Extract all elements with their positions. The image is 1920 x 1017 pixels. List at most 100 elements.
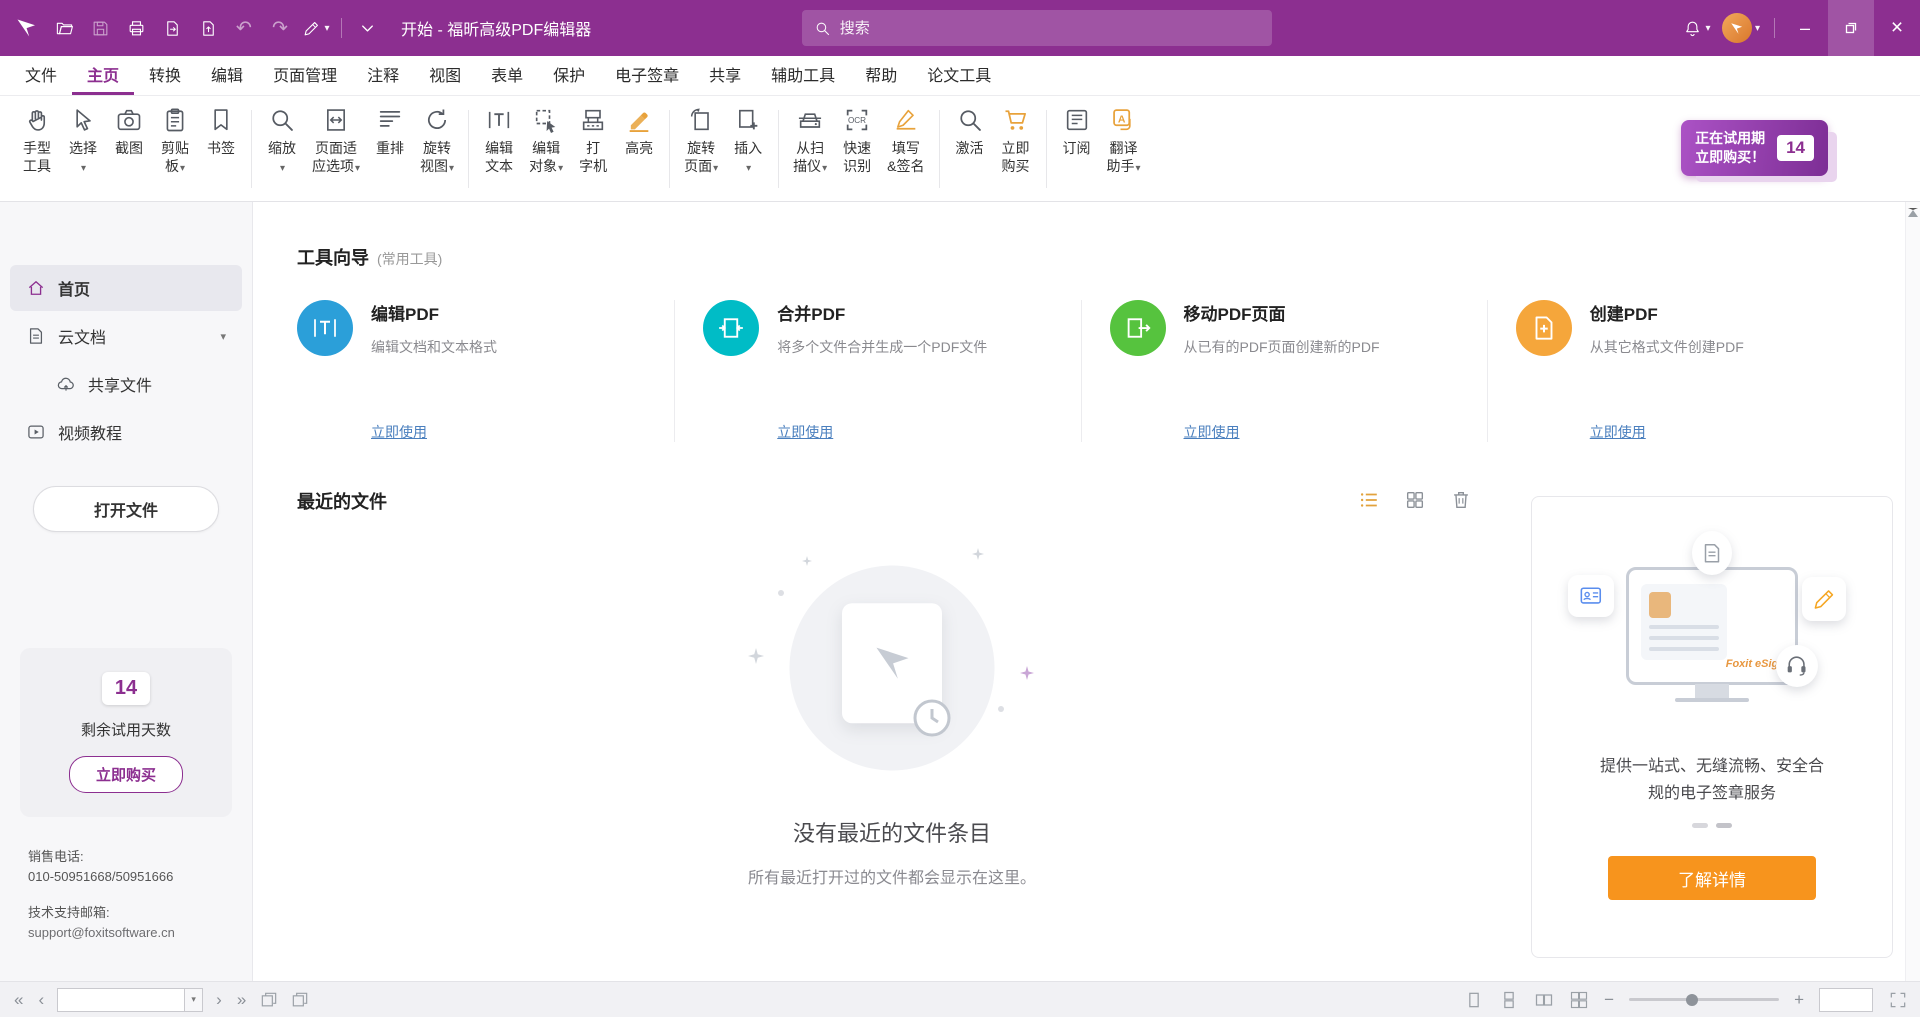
- ribbon-reflow-button[interactable]: 重排: [367, 104, 413, 159]
- ribbon-edit-text-button[interactable]: 编辑 文本: [476, 104, 522, 177]
- global-search[interactable]: [802, 10, 1272, 46]
- create-pdf-button[interactable]: [190, 10, 226, 46]
- sidebar-item-shared-files[interactable]: 共享文件: [10, 361, 242, 407]
- scanner-icon: [796, 106, 824, 134]
- sidebar-item-home[interactable]: 首页: [10, 265, 242, 311]
- restore-button[interactable]: [1828, 0, 1874, 56]
- create-pdf-icon: [1516, 300, 1572, 356]
- print-button[interactable]: [118, 10, 154, 46]
- menu-protect[interactable]: 保护: [538, 56, 600, 95]
- single-page-view-button[interactable]: [1464, 990, 1484, 1010]
- search-input[interactable]: [840, 20, 1260, 37]
- move-pages-use-link[interactable]: 立即使用: [1184, 422, 1240, 442]
- merge-pdf-use-link[interactable]: 立即使用: [777, 422, 833, 442]
- trial-banner[interactable]: 正在试用期 立即购买！ 14: [1681, 120, 1828, 176]
- carousel-dot[interactable]: [1692, 823, 1708, 828]
- ribbon-activate-button[interactable]: 激活: [947, 104, 993, 159]
- menu-file[interactable]: 文件: [10, 56, 72, 95]
- previous-page-button[interactable]: ‹: [36, 991, 46, 1008]
- ribbon-clipboard-button[interactable]: 剪贴 板▾: [152, 104, 198, 177]
- next-view-button[interactable]: [290, 990, 310, 1010]
- ribbon-bookmark-button[interactable]: 书签: [198, 104, 244, 159]
- notifications-button[interactable]: ▾: [1679, 10, 1715, 46]
- tool-card-edit-pdf[interactable]: 编辑PDF 编辑文档和文本格式 立即使用: [297, 300, 674, 442]
- menu-help[interactable]: 帮助: [850, 56, 912, 95]
- ribbon-rotate-pages-button[interactable]: 旋转 页面▾: [677, 104, 725, 177]
- menu-home[interactable]: 主页: [72, 56, 134, 95]
- buy-now-button[interactable]: 立即购买: [69, 756, 183, 793]
- fit-screen-button[interactable]: [1888, 990, 1908, 1010]
- toolbar-options-button[interactable]: [349, 10, 385, 46]
- ribbon-buy-now-button[interactable]: 立即 购买: [993, 104, 1039, 177]
- learn-more-button[interactable]: 了解详情: [1608, 856, 1816, 900]
- sidebar-item-cloud-docs[interactable]: 云文档 ▾: [10, 313, 242, 359]
- quick-sign-button[interactable]: ▾: [298, 10, 334, 46]
- undo-button[interactable]: ↶: [226, 10, 262, 46]
- zoom-slider-thumb[interactable]: [1686, 994, 1698, 1006]
- minimize-button[interactable]: –: [1782, 0, 1828, 56]
- next-view-icon: [290, 990, 310, 1010]
- ribbon-zoom-button[interactable]: 缩放 ▾: [259, 104, 305, 177]
- ribbon-quick-ocr-button[interactable]: 快速 识别: [834, 104, 880, 177]
- tool-card-move-pages[interactable]: 移动PDF页面 从已有的PDF页面创建新的PDF 立即使用: [1081, 300, 1487, 442]
- menu-comment[interactable]: 注释: [352, 56, 414, 95]
- zoom-slider[interactable]: [1629, 998, 1779, 1001]
- menu-share[interactable]: 共享: [694, 56, 756, 95]
- last-page-button[interactable]: »: [235, 991, 248, 1008]
- menu-page-organize[interactable]: 页面管理: [258, 56, 352, 95]
- scroll-up-button[interactable]: [1908, 208, 1918, 217]
- open-file-pill-button[interactable]: 打开文件: [33, 486, 219, 532]
- menu-esign[interactable]: 电子签章: [600, 56, 694, 95]
- redo-button[interactable]: ↷: [262, 10, 298, 46]
- menu-convert[interactable]: 转换: [134, 56, 196, 95]
- continuous-view-button[interactable]: [1499, 990, 1519, 1010]
- close-button[interactable]: ×: [1874, 0, 1920, 56]
- ribbon-highlight-button[interactable]: 高亮: [616, 104, 662, 159]
- menu-form[interactable]: 表单: [476, 56, 538, 95]
- ribbon-page-fit-button[interactable]: 页面适 应选项▾: [305, 104, 367, 177]
- ribbon-translate-assistant-button[interactable]: 翻译 助手▾: [1100, 104, 1148, 177]
- ribbon-fill-sign-button[interactable]: 填写 &签名: [880, 104, 931, 177]
- ribbon-typewriter-button[interactable]: 打 字机: [570, 104, 616, 177]
- list-view-button[interactable]: [1357, 489, 1381, 513]
- carousel-dot[interactable]: [1716, 823, 1732, 828]
- support-email[interactable]: support@foxitsoftware.cn: [28, 923, 252, 943]
- clear-recent-button[interactable]: [1449, 489, 1473, 513]
- ribbon-insert-pages-button[interactable]: 插入 ▾: [725, 104, 771, 177]
- export-pdf-button[interactable]: [154, 10, 190, 46]
- edit-pdf-use-link[interactable]: 立即使用: [371, 422, 427, 442]
- menu-paper-tools[interactable]: 论文工具: [912, 56, 1006, 95]
- vertical-scrollbar[interactable]: [1905, 202, 1920, 981]
- save-button[interactable]: [82, 10, 118, 46]
- facing-view-button[interactable]: [1534, 990, 1554, 1010]
- previous-view-button[interactable]: [259, 990, 279, 1010]
- magnifier-icon: [268, 106, 296, 134]
- ribbon-select-button[interactable]: 选择 ▾: [60, 104, 106, 177]
- ribbon-from-scanner-button[interactable]: 从扫 描仪▾: [786, 104, 834, 177]
- tool-card-merge-pdf[interactable]: 合并PDF 将多个文件合并生成一个PDF文件 立即使用: [674, 300, 1080, 442]
- menu-view[interactable]: 视图: [414, 56, 476, 95]
- facing-continuous-view-button[interactable]: [1569, 990, 1589, 1010]
- subscribe-icon: [1063, 106, 1091, 134]
- ribbon-edit-object-button[interactable]: 编辑 对象▾: [522, 104, 570, 177]
- menu-edit[interactable]: 编辑: [196, 56, 258, 95]
- open-file-button[interactable]: [46, 10, 82, 46]
- page-number-input[interactable]: [57, 988, 185, 1012]
- tool-card-title: 创建PDF: [1590, 300, 1744, 325]
- menu-accessibility[interactable]: 辅助工具: [756, 56, 850, 95]
- ribbon-hand-tool-button[interactable]: 手型 工具: [14, 104, 60, 177]
- sidebar-item-video-tutorials[interactable]: 视频教程: [10, 409, 242, 455]
- create-pdf-use-link[interactable]: 立即使用: [1590, 422, 1646, 442]
- ribbon-snapshot-button[interactable]: 截图: [106, 104, 152, 159]
- ribbon-rotate-view-button[interactable]: 旋转 视图▾: [413, 104, 461, 177]
- next-page-button[interactable]: ›: [214, 991, 224, 1008]
- first-page-button[interactable]: «: [12, 991, 25, 1008]
- ribbon-subscribe-button[interactable]: 订阅: [1054, 104, 1100, 159]
- tool-card-create-pdf[interactable]: 创建PDF 从其它格式文件创建PDF 立即使用: [1487, 300, 1893, 442]
- page-list-caret[interactable]: ▾: [185, 988, 203, 1012]
- zoom-in-button[interactable]: +: [1794, 991, 1804, 1008]
- zoom-out-button[interactable]: −: [1604, 991, 1614, 1008]
- grid-view-button[interactable]: [1403, 489, 1427, 513]
- account-button[interactable]: ▾: [1715, 10, 1767, 46]
- zoom-level-input[interactable]: [1819, 988, 1873, 1012]
